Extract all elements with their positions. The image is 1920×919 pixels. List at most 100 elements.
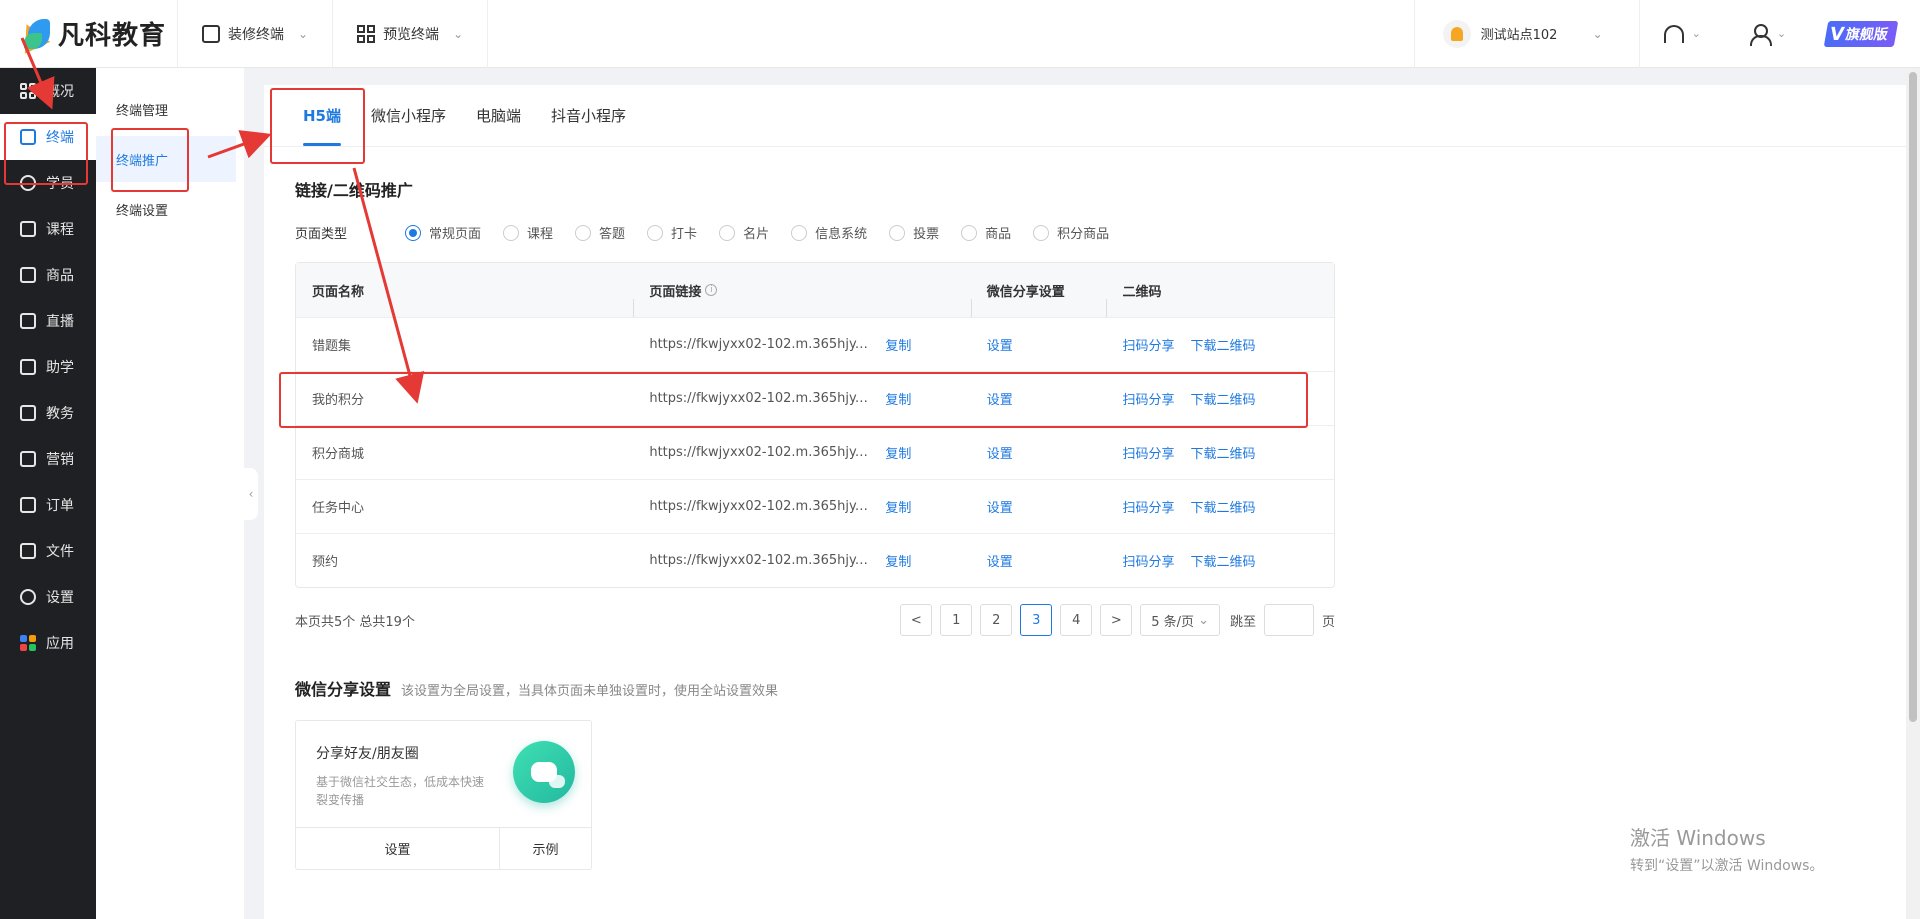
radio-vote[interactable]: 投票: [889, 223, 939, 242]
chevron-down-icon: ⌄: [453, 26, 464, 41]
sidebar-item-label: 学员: [46, 176, 74, 192]
table-row: 预约 https://fkwjyxx02-102.m.365hjy.co... 复制…: [296, 533, 1334, 587]
table-row: 错题集 https://fkwjyxx02-102.m.365hjy.co... 复…: [296, 317, 1334, 371]
customer-service-button[interactable]: ⌄: [1640, 0, 1725, 68]
radio-info-system[interactable]: 信息系统: [791, 223, 867, 242]
share-setting-link[interactable]: 设置: [987, 443, 1013, 462]
tab-wechat-miniprogram[interactable]: 微信小程序: [356, 84, 461, 146]
tab-h5[interactable]: H5端: [288, 84, 356, 146]
decorate-terminal-button[interactable]: 装修终端 ⌄: [178, 0, 334, 68]
radio-regular-page[interactable]: 常规页面: [405, 223, 481, 242]
share-example-button[interactable]: 示例: [499, 828, 591, 869]
subnav-item-terminal-promotion[interactable]: 终端推广: [96, 136, 236, 182]
radio-label: 商品: [985, 227, 1012, 242]
download-qrcode-link[interactable]: 下载二维码: [1190, 389, 1255, 408]
radio-label: 信息系统: [815, 227, 868, 242]
radio-checkin[interactable]: 打卡: [647, 223, 697, 242]
share-setting-link[interactable]: 设置: [987, 335, 1013, 354]
edition-badge[interactable]: V 旗舰版: [1823, 20, 1899, 47]
page-name-cell: 预约: [312, 555, 339, 570]
sidebar-item-label: 应用: [46, 636, 74, 652]
page-size-select[interactable]: 5 条/页 ⌄: [1140, 604, 1220, 636]
pagination: 本页共5个 总共19个 < 1 2 3 4 > 5 条/页 ⌄ 跳至 页: [295, 604, 1335, 636]
sidebar-item-courses[interactable]: 课程: [0, 206, 96, 252]
page-button-4[interactable]: 4: [1060, 604, 1093, 636]
info-icon[interactable]: i: [705, 284, 718, 296]
watermark-line-2: 转到“设置”以激活 Windows。: [1630, 858, 1824, 874]
copy-link-button[interactable]: 复制: [885, 443, 911, 462]
apps-icon: [20, 635, 36, 651]
main-sidebar: 概况 终端 学员 课程 商品 直播 助学 教务 营销 订单 文件 设置 应用: [0, 68, 96, 919]
radio-label: 名片: [743, 227, 770, 242]
page-button-1[interactable]: 1: [940, 604, 973, 636]
subnav-item-terminal-settings[interactable]: 终端设置: [96, 186, 244, 232]
radio-points-product[interactable]: 积分商品: [1033, 223, 1109, 242]
sidebar-item-academic[interactable]: 教务: [0, 390, 96, 436]
preview-terminal-button[interactable]: 预览终端 ⌄: [333, 0, 489, 68]
scan-share-link[interactable]: 扫码分享: [1122, 497, 1174, 516]
qrcode-cell: 扫码分享 下载二维码: [1106, 551, 1334, 570]
sidebar-item-apps[interactable]: 应用: [0, 620, 96, 666]
header-label: 页面链接: [649, 284, 702, 300]
radio-business-card[interactable]: 名片: [719, 223, 769, 242]
page-button-2[interactable]: 2: [980, 604, 1013, 636]
collapse-handle[interactable]: ‹: [244, 468, 258, 520]
site-selector[interactable]: 测试站点102 ⌄: [1413, 0, 1640, 68]
copy-link-button[interactable]: 复制: [885, 497, 911, 516]
copy-link-button[interactable]: 复制: [885, 551, 911, 570]
prev-page-button[interactable]: <: [900, 604, 933, 636]
sidebar-item-overview[interactable]: 概况: [0, 68, 96, 114]
copy-link-button[interactable]: 复制: [885, 335, 911, 354]
sidebar-item-orders[interactable]: 订单: [0, 482, 96, 528]
radio-label: 课程: [527, 227, 554, 242]
jump-page-input[interactable]: [1263, 604, 1314, 636]
sidebar-item-marketing[interactable]: 营销: [0, 436, 96, 482]
page-scrollbar[interactable]: [1906, 68, 1920, 919]
scan-share-link[interactable]: 扫码分享: [1122, 443, 1174, 462]
sidebar-item-terminal[interactable]: 终端: [0, 114, 96, 160]
scan-share-link[interactable]: 扫码分享: [1122, 335, 1174, 354]
share-card: 分享好友/朋友圈 基于微信社交生态，低成本快速裂变传播 设置 示例: [295, 720, 592, 870]
radio-quiz[interactable]: 答题: [575, 223, 625, 242]
download-qrcode-link[interactable]: 下载二维码: [1190, 335, 1255, 354]
users-icon: [20, 175, 36, 191]
radio-course[interactable]: 课程: [503, 223, 553, 242]
scrollbar-thumb[interactable]: [1909, 72, 1917, 722]
next-page-button[interactable]: >: [1100, 604, 1133, 636]
page-size-value: 5 条/页: [1151, 614, 1195, 630]
qrcode-cell: 扫码分享 下载二维码: [1106, 335, 1334, 354]
share-setting-link[interactable]: 设置: [987, 497, 1013, 516]
download-qrcode-link[interactable]: 下载二维码: [1190, 497, 1255, 516]
site-avatar-icon: [1442, 19, 1471, 48]
sidebar-item-label: 直播: [46, 314, 74, 330]
download-qrcode-link[interactable]: 下载二维码: [1190, 443, 1255, 462]
tab-pc[interactable]: 电脑端: [461, 84, 536, 146]
page-jump: 跳至 页: [1230, 604, 1335, 636]
radio-label: 积分商品: [1057, 227, 1110, 242]
sidebar-item-label: 教务: [46, 406, 74, 422]
account-menu-button[interactable]: ⌄: [1725, 0, 1810, 68]
share-setting-link[interactable]: 设置: [987, 389, 1013, 408]
sidebar-item-files[interactable]: 文件: [0, 528, 96, 574]
sidebar-item-settings[interactable]: 设置: [0, 574, 96, 620]
secondary-nav: 终端管理 终端推广 终端设置: [96, 68, 244, 919]
download-qrcode-link[interactable]: 下载二维码: [1190, 551, 1255, 570]
copy-link-button[interactable]: 复制: [885, 389, 911, 408]
share-setting-button[interactable]: 设置: [296, 828, 499, 869]
page-button-3[interactable]: 3: [1020, 604, 1053, 636]
marketing-icon: [20, 451, 36, 467]
sidebar-item-assist[interactable]: 助学: [0, 344, 96, 390]
share-setting-link[interactable]: 设置: [987, 551, 1013, 570]
sidebar-item-live[interactable]: 直播: [0, 298, 96, 344]
sidebar-item-products[interactable]: 商品: [0, 252, 96, 298]
wechat-share-cell: 设置: [971, 497, 1107, 516]
tab-douyin-miniprogram[interactable]: 抖音小程序: [536, 84, 641, 146]
chevron-down-icon: ⌄: [1198, 612, 1209, 628]
radio-product[interactable]: 商品: [961, 223, 1011, 242]
sidebar-item-students[interactable]: 学员: [0, 160, 96, 206]
brand-logo[interactable]: 凡科教育: [0, 0, 178, 68]
subnav-item-terminal-management[interactable]: 终端管理: [96, 86, 244, 132]
scan-share-link[interactable]: 扫码分享: [1122, 551, 1174, 570]
scan-share-link[interactable]: 扫码分享: [1122, 389, 1174, 408]
page-name-cell: 积分商城: [312, 447, 365, 462]
